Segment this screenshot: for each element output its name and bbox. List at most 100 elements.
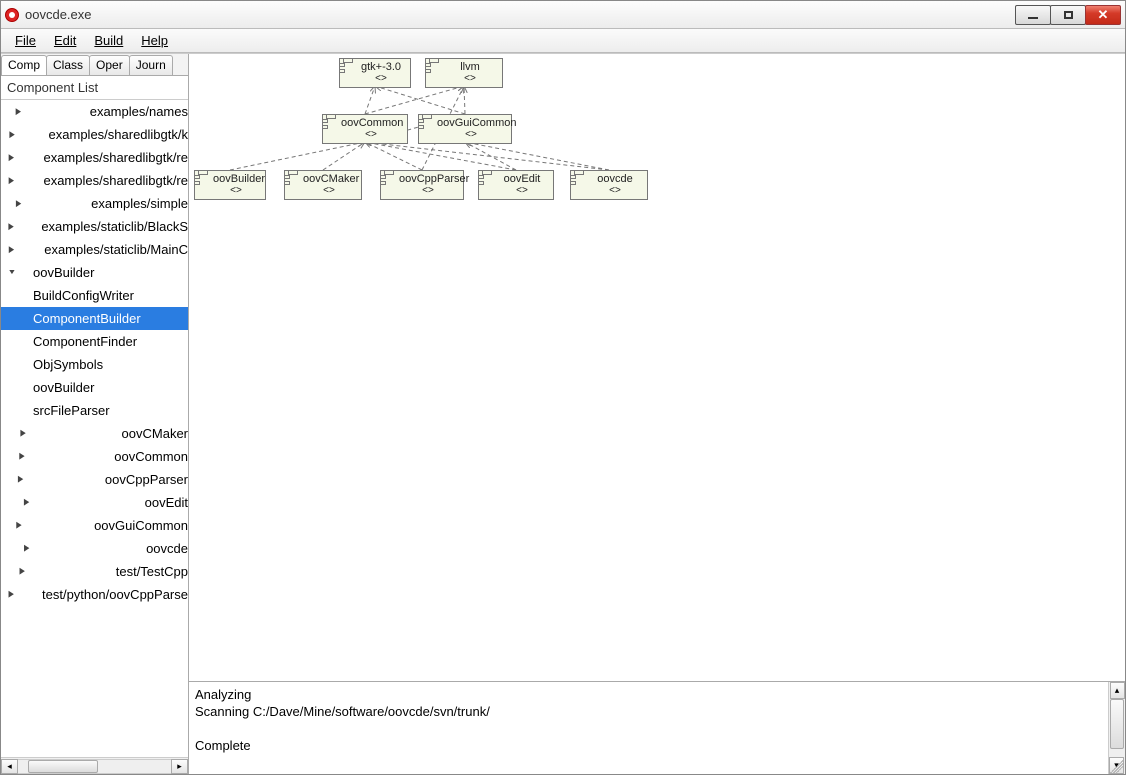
tree-item[interactable]: BuildConfigWriter bbox=[1, 284, 188, 307]
chevron-right-icon[interactable] bbox=[5, 497, 131, 508]
tree-item-label: examples/sharedlibgtk/re bbox=[43, 173, 188, 188]
chevron-right-icon[interactable] bbox=[5, 129, 35, 140]
scroll-up-button[interactable]: ▴ bbox=[1110, 682, 1125, 699]
tree-item-label: oovCMaker bbox=[122, 426, 188, 441]
menu-file[interactable]: File bbox=[7, 31, 44, 50]
diagram-node[interactable]: gtk+-3.0<> bbox=[339, 58, 411, 88]
tree-item[interactable]: test/TestCpp bbox=[1, 560, 188, 583]
chevron-right-icon[interactable] bbox=[5, 244, 30, 255]
diagram-node[interactable]: oovBuilder<> bbox=[194, 170, 266, 200]
tab-comp[interactable]: Comp bbox=[1, 55, 47, 75]
tree-item[interactable]: examples/staticlib/BlackS bbox=[1, 215, 188, 238]
tree-item[interactable]: examples/staticlib/MainC bbox=[1, 238, 188, 261]
maximize-button[interactable] bbox=[1050, 5, 1086, 25]
tree-item-label: ComponentFinder bbox=[33, 334, 137, 349]
vscroll-track[interactable] bbox=[1110, 699, 1124, 757]
titlebar: oovcde.exe ✕ bbox=[1, 1, 1125, 29]
close-button[interactable]: ✕ bbox=[1085, 5, 1121, 25]
node-name: llvm bbox=[444, 61, 496, 73]
tree-item-label: oovBuilder bbox=[33, 265, 94, 280]
diagram-node[interactable]: oovCommon<> bbox=[322, 114, 408, 144]
scroll-left-button[interactable]: ◂ bbox=[1, 759, 18, 774]
tree-item[interactable]: test/python/oovCppParse bbox=[1, 583, 188, 606]
chevron-right-icon[interactable] bbox=[5, 451, 100, 462]
node-stereotype: <> bbox=[437, 129, 505, 141]
hscroll-track[interactable] bbox=[18, 759, 171, 774]
menubar: File Edit Build Help bbox=[1, 29, 1125, 53]
tree-item[interactable]: ObjSymbols bbox=[1, 353, 188, 376]
tree-item[interactable]: oovCMaker bbox=[1, 422, 188, 445]
diagram-node[interactable]: oovCppParser<> bbox=[380, 170, 464, 200]
tree-item-label: ObjSymbols bbox=[33, 357, 103, 372]
hscroll-thumb[interactable] bbox=[28, 760, 98, 773]
scroll-right-button[interactable]: ▸ bbox=[171, 759, 188, 774]
tree-item[interactable]: examples/sharedlibgtk/re bbox=[1, 146, 188, 169]
tree-item[interactable]: oovEdit bbox=[1, 491, 188, 514]
chevron-right-icon[interactable] bbox=[5, 221, 27, 232]
menu-edit[interactable]: Edit bbox=[46, 31, 84, 50]
menu-help[interactable]: Help bbox=[133, 31, 176, 50]
tab-oper[interactable]: Oper bbox=[89, 55, 130, 75]
output-text[interactable]: Analyzing Scanning C:/Dave/Mine/software… bbox=[189, 682, 1108, 774]
diagram-node[interactable]: llvm<> bbox=[425, 58, 503, 88]
tree-item[interactable]: examples/sharedlibgtk/re bbox=[1, 169, 188, 192]
tree-item-label: srcFileParser bbox=[33, 403, 110, 418]
diagram-edges bbox=[189, 54, 1125, 681]
chevron-right-icon[interactable] bbox=[5, 428, 108, 439]
tab-class[interactable]: Class bbox=[46, 55, 90, 75]
tree-item[interactable]: oovcde bbox=[1, 537, 188, 560]
right-panel: gtk+-3.0<>llvm<>oovCommon<>oovGuiCommon<… bbox=[189, 54, 1125, 774]
tree-item[interactable]: oovBuilder bbox=[1, 261, 188, 284]
node-stereotype: <> bbox=[589, 185, 641, 197]
chevron-right-icon[interactable] bbox=[5, 566, 102, 577]
diagram-node[interactable]: oovGuiCommon<> bbox=[418, 114, 512, 144]
resize-grip-icon[interactable] bbox=[1110, 759, 1124, 773]
chevron-right-icon[interactable] bbox=[5, 474, 91, 485]
left-panel: Comp Class Oper Journ Component List exa… bbox=[1, 54, 189, 774]
chevron-right-icon[interactable] bbox=[5, 589, 28, 600]
tree-item[interactable]: ComponentFinder bbox=[1, 330, 188, 353]
diagram-node[interactable]: oovcde<> bbox=[570, 170, 648, 200]
menu-build[interactable]: Build bbox=[86, 31, 131, 50]
tree-item[interactable]: examples/simple bbox=[1, 192, 188, 215]
hscrollbar[interactable]: ◂ ▸ bbox=[1, 757, 188, 774]
tab-journ[interactable]: Journ bbox=[129, 55, 173, 75]
tree-item-label: ComponentBuilder bbox=[33, 311, 141, 326]
chevron-right-icon[interactable] bbox=[5, 543, 132, 554]
node-name: oovCppParser bbox=[399, 173, 457, 185]
tree-item[interactable]: oovBuilder bbox=[1, 376, 188, 399]
tree-item[interactable]: oovCppParser bbox=[1, 468, 188, 491]
chevron-right-icon[interactable] bbox=[5, 152, 29, 163]
tree-item-label: oovEdit bbox=[145, 495, 188, 510]
tree-item[interactable]: examples/sharedlibgtk/k bbox=[1, 123, 188, 146]
node-stereotype: <> bbox=[213, 185, 259, 197]
tree-item-label: BuildConfigWriter bbox=[33, 288, 134, 303]
tree-item[interactable]: oovGuiCommon bbox=[1, 514, 188, 537]
tree-item[interactable]: ComponentBuilder bbox=[1, 307, 188, 330]
diagram-canvas[interactable]: gtk+-3.0<>llvm<>oovCommon<>oovGuiCommon<… bbox=[189, 54, 1125, 682]
chevron-right-icon[interactable] bbox=[5, 175, 29, 186]
diagram-node[interactable]: oovEdit<> bbox=[478, 170, 554, 200]
node-name: oovcde bbox=[589, 173, 641, 185]
component-list-header: Component List bbox=[1, 76, 188, 100]
node-stereotype: <> bbox=[399, 185, 457, 197]
tree-item-label: examples/staticlib/BlackS bbox=[41, 219, 188, 234]
tree-item-label: examples/staticlib/MainC bbox=[44, 242, 188, 257]
component-tree[interactable]: examples/names examples/sharedlibgtk/k exa… bbox=[1, 100, 188, 757]
tree-item[interactable]: examples/names bbox=[1, 100, 188, 123]
node-name: oovCommon bbox=[341, 117, 401, 129]
node-stereotype: <> bbox=[444, 73, 496, 85]
tree-item[interactable]: srcFileParser bbox=[1, 399, 188, 422]
vscroll-thumb[interactable] bbox=[1110, 699, 1124, 749]
tree-item-label: examples/names bbox=[90, 104, 188, 119]
chevron-right-icon[interactable] bbox=[5, 520, 80, 531]
chevron-right-icon[interactable] bbox=[5, 106, 76, 117]
diagram-node[interactable]: oovCMaker<> bbox=[284, 170, 362, 200]
minimize-button[interactable] bbox=[1015, 5, 1051, 25]
node-stereotype: <> bbox=[497, 185, 547, 197]
chevron-right-icon[interactable] bbox=[5, 198, 77, 209]
tree-item-label: examples/sharedlibgtk/re bbox=[43, 150, 188, 165]
chevron-down-icon[interactable] bbox=[5, 267, 19, 278]
left-tabs: Comp Class Oper Journ bbox=[1, 54, 188, 76]
tree-item[interactable]: oovCommon bbox=[1, 445, 188, 468]
